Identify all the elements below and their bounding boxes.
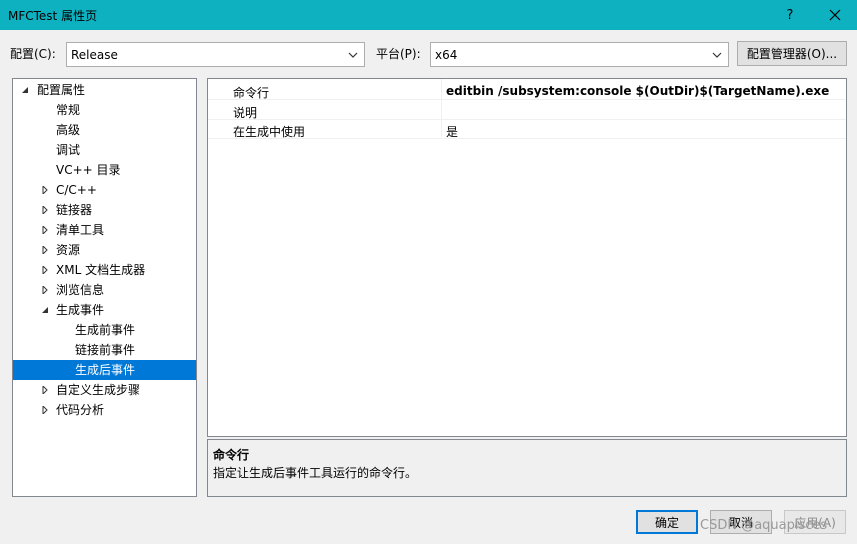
property-value[interactable]: editbin /subsystem:console $(OutDir)$(Ta…: [446, 84, 829, 98]
tree-item[interactable]: VC++ 目录: [13, 160, 196, 180]
tree-item[interactable]: 高级: [13, 120, 196, 140]
tree-item-label: 生成后事件: [75, 363, 136, 377]
collapsed-triangle-icon[interactable]: [41, 246, 49, 254]
tree-item-label: 调试: [56, 143, 81, 157]
property-tree: 配置属性常规高级调试 VC++ 目录 C/C++ 链接器清单工具资源 XML 文档生成器…: [12, 78, 197, 497]
grid-row-description[interactable]: 说明: [208, 101, 846, 120]
tree-item[interactable]: 链接器: [13, 200, 196, 220]
platform-label: 平台(P):: [376, 47, 421, 61]
expanded-triangle-icon[interactable]: [41, 306, 49, 314]
tree-item[interactable]: 调试: [13, 140, 196, 160]
property-name: 在生成中使用: [233, 125, 306, 139]
tree-item-label: 链接前事件: [75, 343, 136, 357]
tree-item[interactable]: 常规: [13, 100, 196, 120]
chevron-down-icon: [348, 52, 358, 58]
description-panel: 命令行 指定让生成后事件工具运行的命令行。: [207, 439, 847, 497]
tree-item[interactable]: 浏览信息: [13, 280, 196, 300]
property-name: 说明: [233, 106, 258, 120]
collapsed-triangle-icon[interactable]: [41, 206, 49, 214]
tree-item[interactable]: 资源: [13, 240, 196, 260]
window-title: MFCTest 属性页: [8, 9, 98, 23]
tree-item[interactable]: 配置属性: [13, 80, 196, 100]
tree-item[interactable]: 代码分析: [13, 400, 196, 420]
tree-item-label: XML 文档生成器: [56, 263, 146, 277]
property-name: 命令行: [233, 86, 270, 100]
platform-select[interactable]: x64: [430, 42, 729, 67]
tree-item-label: 浏览信息: [56, 283, 105, 297]
collapsed-triangle-icon[interactable]: [41, 226, 49, 234]
tree-item[interactable]: 生成后事件: [13, 360, 196, 380]
collapsed-triangle-icon[interactable]: [41, 286, 49, 294]
tree-item-label: 高级: [56, 123, 81, 137]
tree-item[interactable]: 生成事件: [13, 300, 196, 320]
watermark: CSDN @aquapisces: [700, 518, 828, 533]
tree-item-label: 清单工具: [56, 223, 105, 237]
tree-item[interactable]: 链接前事件: [13, 340, 196, 360]
tree-item-label: 常规: [56, 103, 81, 117]
tree-item-label: 生成事件: [56, 303, 105, 317]
grid-row-command-line[interactable]: 命令行 editbin /subsystem:console $(OutDir)…: [208, 81, 846, 100]
description-text: 指定让生成后事件工具运行的命令行。: [213, 466, 418, 480]
close-button[interactable]: [813, 0, 857, 30]
chevron-down-icon: [712, 52, 722, 58]
property-value[interactable]: 是: [446, 123, 458, 140]
collapsed-triangle-icon[interactable]: [41, 266, 49, 274]
config-value: Release: [71, 48, 118, 62]
tree-item-label: 自定义生成步骤: [56, 383, 141, 397]
collapsed-triangle-icon[interactable]: [41, 406, 49, 414]
help-button[interactable]: ?: [770, 0, 810, 30]
tree-item-label: 资源: [56, 243, 81, 257]
close-icon: [829, 9, 841, 21]
expanded-triangle-icon[interactable]: [21, 86, 29, 94]
grid-row-use-in-build[interactable]: 在生成中使用 是: [208, 120, 846, 139]
tree-item-label: 代码分析: [56, 403, 105, 417]
tree-item-label: C/C++: [56, 183, 97, 197]
tree-item-label: VC++ 目录: [56, 163, 121, 177]
help-icon: ?: [786, 7, 794, 23]
tree-item-label: 配置属性: [37, 83, 86, 97]
tree-item[interactable]: 清单工具: [13, 220, 196, 240]
tree-item[interactable]: 生成前事件: [13, 320, 196, 340]
collapsed-triangle-icon[interactable]: [41, 386, 49, 394]
platform-value: x64: [435, 48, 458, 62]
config-manager-button[interactable]: 配置管理器(O)...: [737, 41, 847, 66]
tree-item[interactable]: 自定义生成步骤: [13, 380, 196, 400]
title-bar: MFCTest 属性页 ?: [0, 0, 857, 30]
ok-button[interactable]: 确定: [636, 510, 698, 534]
tree-item-label: 链接器: [56, 203, 93, 217]
tree-item[interactable]: XML 文档生成器: [13, 260, 196, 280]
collapsed-triangle-icon[interactable]: [41, 186, 49, 194]
property-grid: 命令行 editbin /subsystem:console $(OutDir)…: [207, 78, 847, 437]
config-label: 配置(C):: [10, 47, 56, 61]
tree-item-label: 生成前事件: [75, 323, 136, 337]
tree-item[interactable]: C/C++: [13, 180, 196, 200]
description-title: 命令行: [213, 448, 250, 462]
config-select[interactable]: Release: [66, 42, 365, 67]
